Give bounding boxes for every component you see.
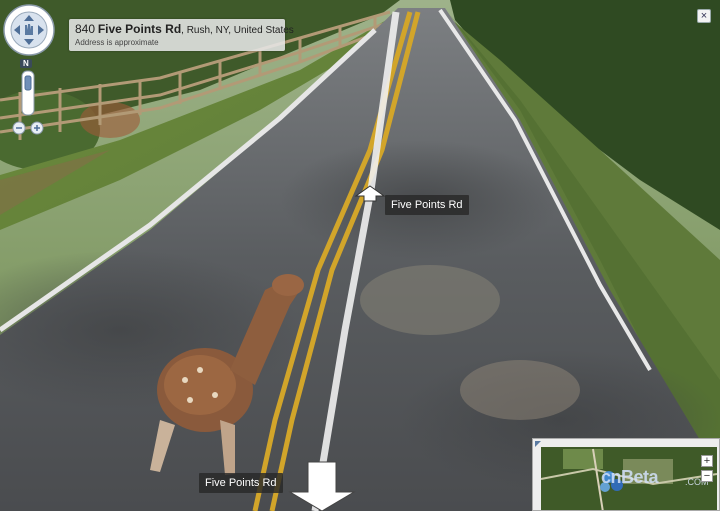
watermark-logo: cnBeta <box>601 467 659 487</box>
minimap-zoom-in-button[interactable]: + <box>701 455 713 467</box>
address-note: Address is approximate <box>75 38 159 47</box>
pan-control[interactable] <box>3 4 55 56</box>
street-label-back[interactable]: Five Points Rd <box>199 473 283 493</box>
address-locality: , Rush, NY, United States <box>181 25 294 36</box>
street-label-forward[interactable]: Five Points Rd <box>385 195 469 215</box>
address-street: Five Points Rd <box>97 22 182 36</box>
sun-patch <box>460 360 580 420</box>
street-view-imagery[interactable] <box>0 0 720 511</box>
navigation-controls[interactable] <box>0 0 64 140</box>
address-line: 840 Five Points Rd, Rush, NY, United Sta… <box>75 22 294 37</box>
street-view-panel[interactable]: N 840 Five Points Rd, Rush, NY, United S… <box>0 0 720 511</box>
address-box: 840 Five Points Rd, Rush, NY, United Sta… <box>69 19 294 51</box>
compass-north-label: N <box>20 59 32 68</box>
close-button[interactable]: × <box>697 9 711 23</box>
sun-patch <box>360 265 500 335</box>
minimap[interactable]: cnBeta .COM + − <box>532 438 720 511</box>
zoom-buttons[interactable] <box>12 121 44 135</box>
address-number: 840 <box>75 22 96 36</box>
minimap-zoom-out-button[interactable]: − <box>701 470 713 482</box>
zoom-slider[interactable] <box>21 70 35 116</box>
